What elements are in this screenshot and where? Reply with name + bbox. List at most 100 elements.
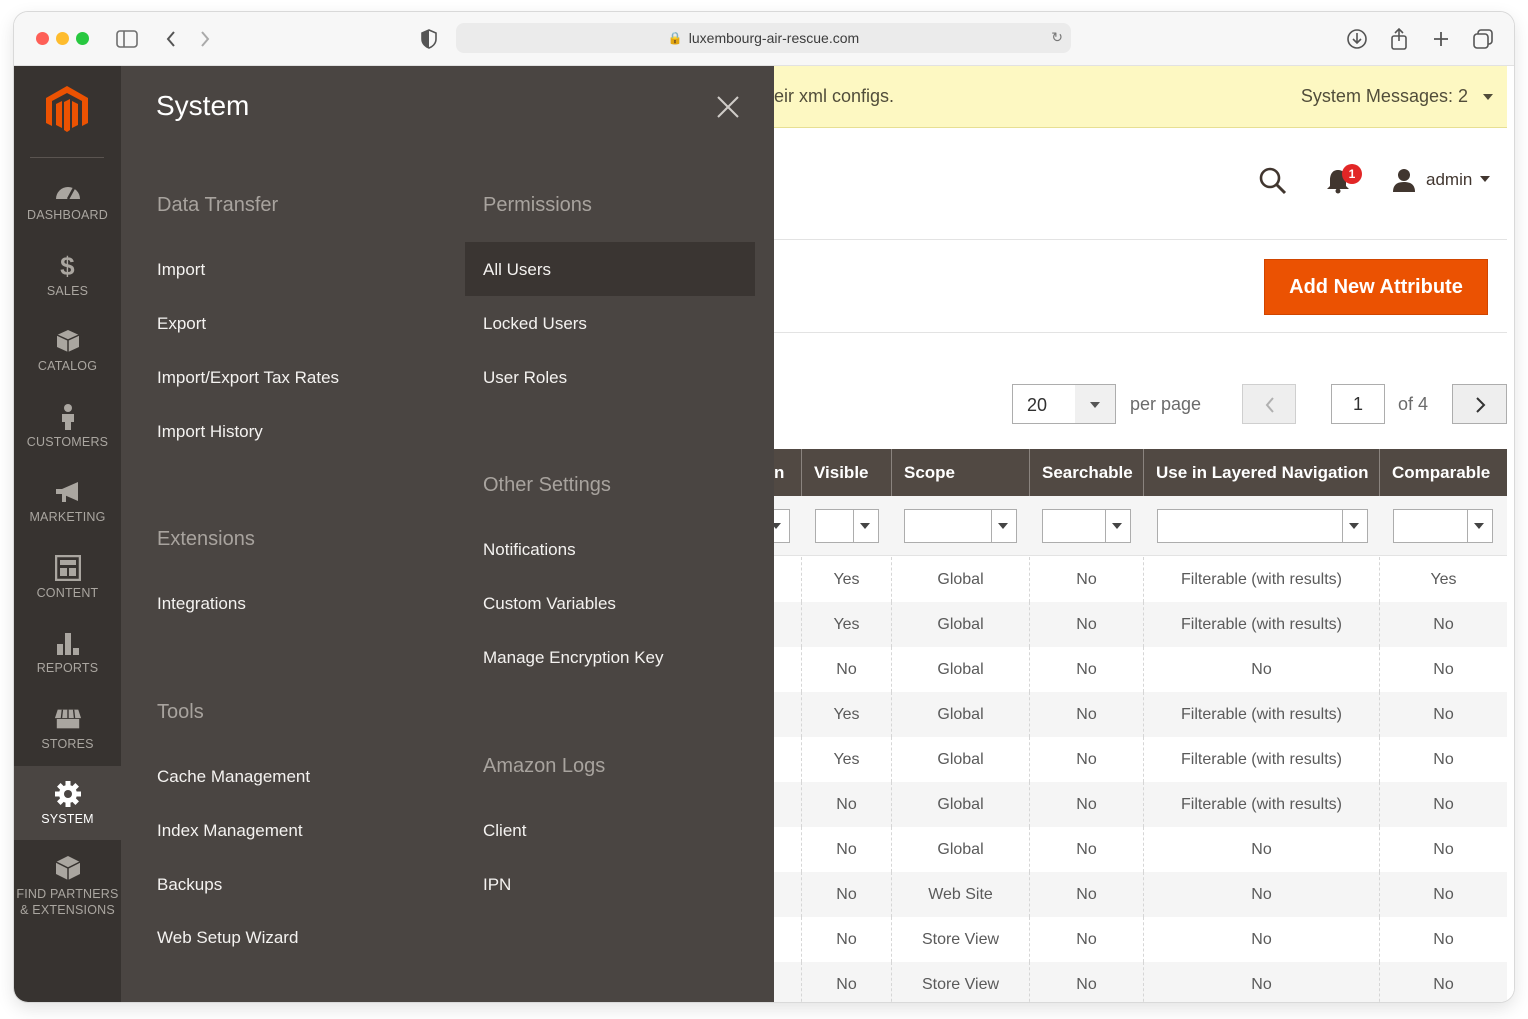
column-header-searchable[interactable]: Searchable [1030,449,1144,496]
table-row[interactable]: Yes Global No Filterable (with results) No [774,602,1507,647]
nav-item-content[interactable]: CONTENT [14,540,121,614]
privacy-shield-icon[interactable] [416,26,442,52]
system-message-text: eir xml configs. [774,86,895,106]
menu-link-web-setup-wizard[interactable]: Web Setup Wizard [157,928,298,948]
filter-visible-select[interactable] [815,509,879,543]
menu-link-notifications[interactable]: Notifications [483,540,576,560]
per-page-value: 20 [1027,395,1048,415]
table-row[interactable]: No Store View No No No [774,962,1507,1002]
nav-label-sales: SALES [46,284,89,298]
column-header-visible[interactable]: Visible [802,449,892,496]
column-header-comparable[interactable]: Comparable [1380,449,1507,496]
page-header: 1 admin [774,128,1507,240]
back-icon[interactable] [158,26,184,52]
menu-link-import-history[interactable]: Import History [157,422,263,442]
table-cell: Filterable (with results) [1144,782,1380,827]
user-menu-caret-icon[interactable] [1480,176,1490,182]
table-cell: No [802,872,892,917]
nav-item-marketing[interactable]: MARKETING [14,464,121,538]
menu-link-import-export-tax-rates[interactable]: Import/Export Tax Rates [157,368,339,388]
nav-label-catalog: CATALOG [37,359,98,373]
table-cell: No [1030,737,1144,782]
nav-item-stores[interactable]: STORES [14,691,121,765]
table-row[interactable]: Yes Global No Filterable (with results) No [774,737,1507,782]
menu-link-user-roles[interactable]: User Roles [483,368,567,388]
system-messages-toggle[interactable]: System Messages: 2 [1301,86,1493,107]
menu-link-client[interactable]: Client [483,821,526,841]
nav-item-sales[interactable]: $ SALES [14,238,121,312]
filter-layered-navigation-select[interactable] [1157,509,1368,543]
admin-page: DASHBOARD $ SALES CATALOG CUSTOMERS MARK… [14,66,1514,1002]
table-row[interactable]: No Web Site No No No [774,872,1507,917]
menu-link-import[interactable]: Import [157,260,205,280]
table-cell: No [1433,930,1454,948]
table-cell: Global [892,737,1030,782]
table-cell: No [1030,647,1144,692]
table-cell: Global [892,827,1030,872]
table-cell: No [1433,795,1454,813]
user-menu-name[interactable]: admin [1426,170,1472,190]
table-row[interactable]: No Store View No No No [774,917,1507,962]
menu-link-all-users[interactable]: All Users [483,260,551,280]
sidebar-toggle-icon[interactable] [114,26,140,52]
minimize-window-button[interactable] [56,32,69,45]
next-page-button[interactable] [1452,384,1507,424]
filter-comparable-select[interactable] [1393,509,1493,543]
nav-item-catalog[interactable]: CATALOG [14,313,121,387]
table-row[interactable]: No Global No No No [774,827,1507,872]
table-row[interactable]: Yes Global No Filterable (with results) No [774,692,1507,737]
table-cell: No [1030,917,1144,962]
menu-link-index-management[interactable]: Index Management [157,821,303,841]
menu-link-cache-management[interactable]: Cache Management [157,767,310,787]
tab-overview-icon[interactable] [1470,26,1496,52]
menu-link-locked-users[interactable]: Locked Users [483,314,587,334]
table-row[interactable]: Yes Global No Filterable (with results) Yes [774,557,1507,602]
new-tab-icon[interactable] [1428,26,1454,52]
magento-logo-icon[interactable] [40,82,94,136]
nav-label-content: CONTENT [36,586,99,600]
column-header-scope[interactable]: Scope [892,449,1030,496]
menu-link-export[interactable]: Export [157,314,206,334]
menu-link-ipn[interactable]: IPN [483,875,511,895]
chevron-down-icon[interactable] [1075,385,1115,423]
browser-window: 🔒 luxembourg-air-rescue.com ↻ DASHBOARD … [14,12,1514,1002]
table-row[interactable]: No Global No Filterable (with results) No [774,782,1507,827]
per-page-select[interactable]: 20 [1012,384,1116,424]
forward-icon[interactable] [192,26,218,52]
nav-item-customers[interactable]: CUSTOMERS [14,389,121,463]
close-icon[interactable] [715,94,741,120]
search-icon[interactable] [1258,166,1288,196]
nav-item-dashboard[interactable]: DASHBOARD [14,162,121,236]
menu-link-integrations[interactable]: Integrations [157,594,246,614]
menu-link-manage-encryption-key[interactable]: Manage Encryption Key [483,648,664,668]
table-cell: Web Site [892,872,1030,917]
section-extensions: Extensions [157,528,255,550]
zoom-window-button[interactable] [76,32,89,45]
nav-item-reports[interactable]: REPORTS [14,615,121,689]
table-row[interactable]: No Global No No No [774,647,1507,692]
column-header-partial[interactable]: n [774,449,802,496]
table-cell: No [1433,975,1454,993]
table-cell: No [1433,615,1454,633]
reload-icon[interactable]: ↻ [1051,29,1063,46]
close-window-button[interactable] [36,32,49,45]
current-page-input[interactable]: 1 [1331,384,1385,424]
address-bar[interactable]: 🔒 luxembourg-air-rescue.com ↻ [456,23,1071,53]
previous-page-button[interactable] [1242,384,1296,424]
admin-sidebar: DASHBOARD $ SALES CATALOG CUSTOMERS MARK… [14,66,121,1002]
nav-item-partners[interactable]: FIND PARTNERS & EXTENSIONS [14,844,121,928]
user-icon[interactable] [1392,168,1416,192]
megaphone-icon [54,478,82,506]
menu-link-custom-variables[interactable]: Custom Variables [483,594,616,614]
nav-item-system[interactable]: SYSTEM [14,766,121,840]
table-cell: Filterable (with results) [1144,692,1380,737]
download-icon[interactable] [1344,26,1370,52]
menu-link-backups[interactable]: Backups [157,875,222,895]
table-cell-partial [774,917,802,962]
table-cell: No [802,647,892,692]
filter-searchable-select[interactable] [1042,509,1131,543]
add-new-attribute-button[interactable]: Add New Attribute [1264,259,1488,315]
share-icon[interactable] [1386,26,1412,52]
filter-scope-select[interactable] [904,509,1017,543]
column-header-layered-navigation[interactable]: Use in Layered Navigation [1144,449,1380,496]
